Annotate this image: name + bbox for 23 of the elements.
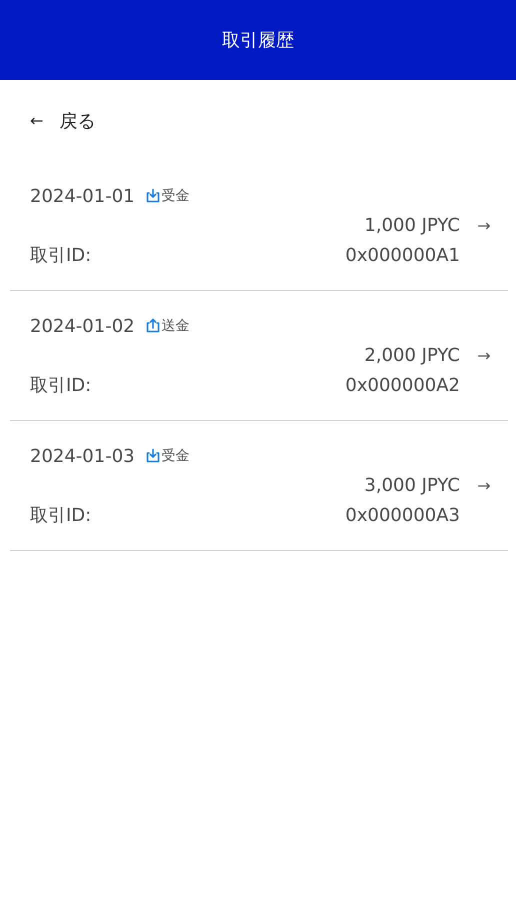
transaction-id: 0x000000A1: [345, 244, 460, 268]
transaction-id: 0x000000A3: [345, 504, 460, 528]
arrow-icon[interactable]: →: [477, 211, 491, 241]
back-button[interactable]: ← 戻る: [30, 108, 96, 132]
amount: 2,000 JPYC: [364, 344, 460, 368]
transaction-row[interactable]: 2024-01-03 受金 取引ID: 3,000 JPYC 0x000000A3 →: [10, 421, 508, 551]
type-label: 受金: [162, 187, 190, 205]
id-label: 取引ID:: [30, 504, 92, 528]
amount: 1,000 JPYC: [364, 214, 460, 238]
type-label: 送金: [162, 317, 190, 335]
transaction-date: 2024-01-01: [30, 186, 135, 206]
type-label: 受金: [162, 447, 190, 465]
transaction-row[interactable]: 2024-01-02 送金 取引ID: 2,000 JPYC 0x000000A2 →: [10, 291, 508, 421]
transaction-date: 2024-01-03: [30, 446, 135, 466]
transaction-row[interactable]: 2024-01-01 受金 取引ID: 1,000 JPYC 0x000000A1 →: [10, 161, 508, 291]
transaction-id: 0x000000A2: [345, 374, 460, 398]
page-title: 取引履歴: [222, 29, 294, 52]
arrow-icon[interactable]: →: [477, 471, 491, 501]
id-label: 取引ID:: [30, 244, 92, 268]
arrow-icon[interactable]: →: [477, 341, 491, 371]
id-label: 取引ID:: [30, 374, 92, 398]
transaction-date: 2024-01-02: [30, 316, 135, 336]
amount: 3,000 JPYC: [364, 474, 460, 498]
